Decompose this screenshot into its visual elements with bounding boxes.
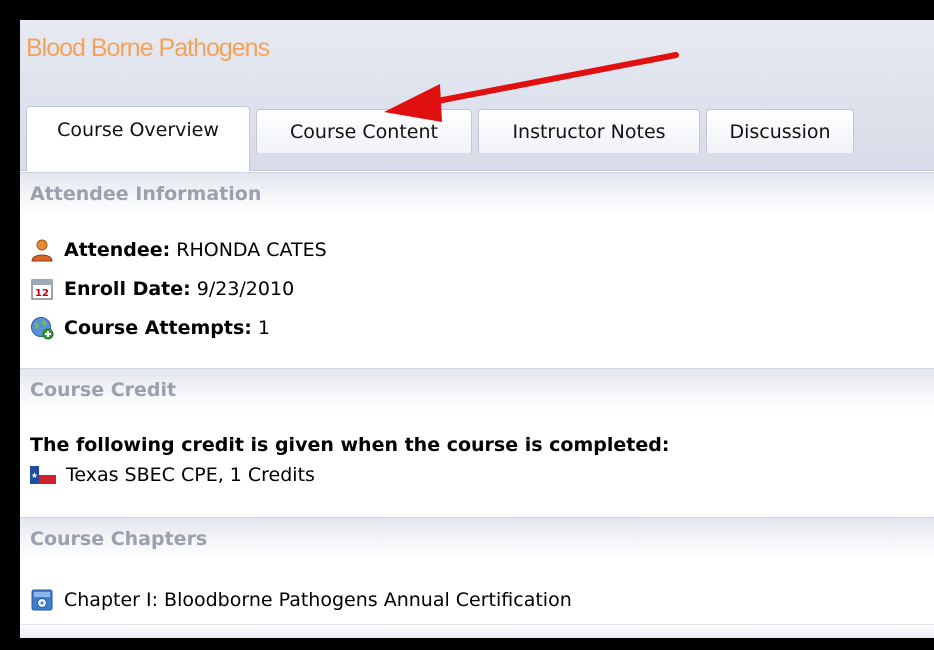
svg-text:12: 12 (35, 288, 49, 299)
user-icon (30, 238, 54, 262)
attendee-label: Attendee: (64, 239, 171, 261)
enroll-date-value: 9/23/2010 (196, 278, 295, 300)
course-attempts-value: 1 (257, 317, 270, 339)
tab-course-overview[interactable]: Course Overview (26, 106, 250, 171)
tab-course-content[interactable]: Course Content (256, 109, 472, 153)
course-panel: Blood Borne Pathogens Course Overview Co… (20, 20, 934, 638)
attendee-value: RHONDA CATES (176, 239, 327, 261)
chapters-section-header: Course Chapters (20, 517, 934, 561)
panel-bottom-edge (20, 624, 934, 638)
attendee-row: Attendee: RHONDA CATES (30, 238, 327, 262)
course-title: Blood Borne Pathogens (26, 34, 270, 62)
chapter-label[interactable]: Chapter I: Bloodborne Pathogens Annual C… (64, 589, 572, 611)
attendee-section-title: Attendee Information (30, 183, 262, 205)
credit-heading: The following credit is given when the c… (30, 434, 669, 456)
globe-icon (30, 316, 54, 340)
course-attempts-row: Course Attempts: 1 (30, 316, 270, 340)
credit-item-text: Texas SBEC CPE, 1 Credits (66, 464, 315, 486)
enroll-date-row: 12 Enroll Date: 9/23/2010 (30, 277, 294, 301)
enroll-date-label: Enroll Date: (64, 278, 191, 300)
attendee-section-header: Attendee Information (20, 172, 934, 216)
course-header: Blood Borne Pathogens Course Overview Co… (20, 20, 934, 171)
calendar-icon: 12 (30, 277, 54, 301)
credit-item: ★ Texas SBEC CPE, 1 Credits (30, 464, 315, 486)
credit-heading-text: The following credit is given when the c… (30, 434, 670, 456)
texas-flag-icon: ★ (30, 466, 56, 484)
screenshot-frame: Blood Borne Pathogens Course Overview Co… (0, 0, 934, 650)
course-attempts-label: Course Attempts: (64, 317, 252, 339)
credit-section-header: Course Credit (20, 368, 934, 412)
credit-section-title: Course Credit (30, 379, 177, 401)
chapter-item[interactable]: Chapter I: Bloodborne Pathogens Annual C… (30, 588, 572, 612)
chapters-section-title: Course Chapters (30, 528, 208, 550)
svg-text:★: ★ (31, 471, 38, 480)
tab-instructor-notes[interactable]: Instructor Notes (478, 109, 700, 153)
chapter-icon (30, 588, 54, 612)
tab-discussion[interactable]: Discussion (706, 109, 854, 153)
